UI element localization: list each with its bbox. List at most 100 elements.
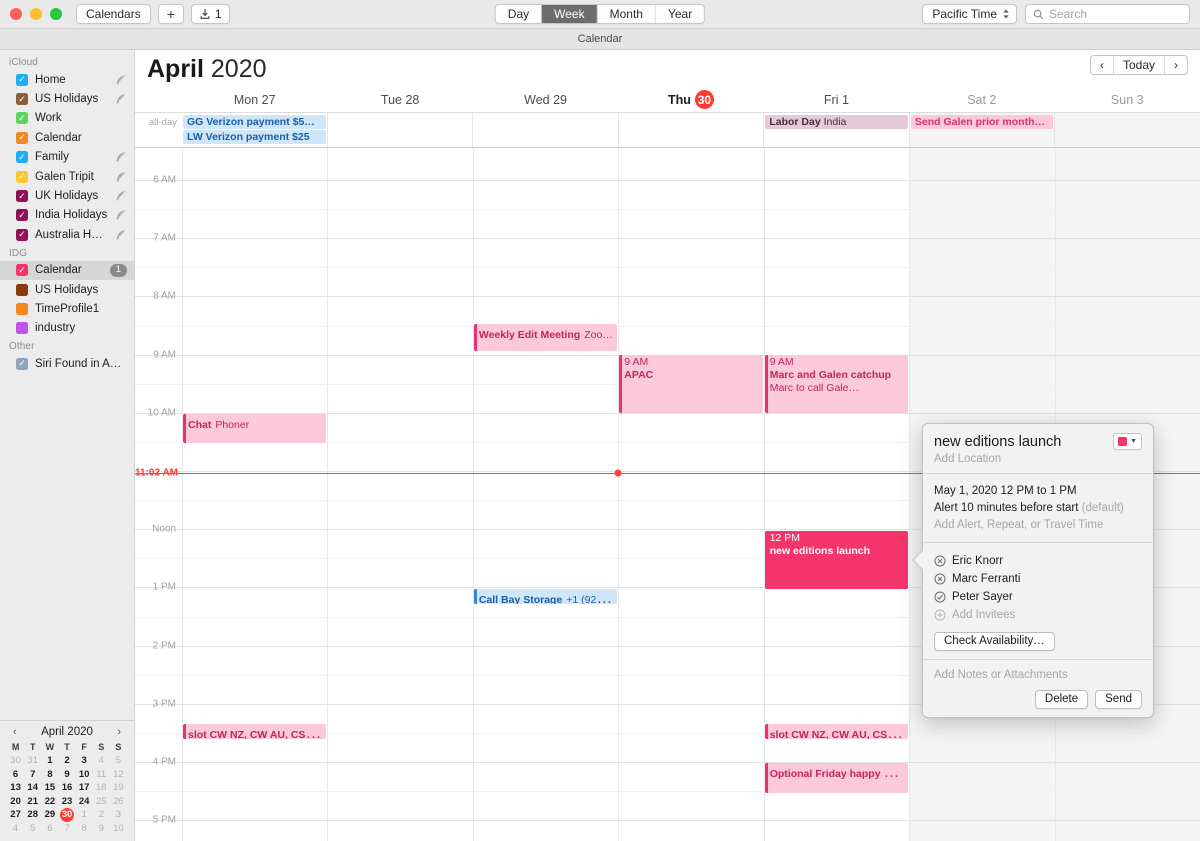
day-header-mon[interactable]: Mon 27	[182, 87, 327, 112]
day-header-sun[interactable]: Sun 3	[1055, 87, 1200, 112]
mini-calendar-day[interactable]: 17	[76, 781, 93, 795]
mini-calendar-day[interactable]: 2	[93, 808, 110, 822]
calendar-list[interactable]: iCloud ✓ Home ✓ US Holidays ✓ Work ✓ Calendar ✓ Fa…	[0, 50, 134, 720]
popover-alert-line[interactable]: Alert 10 minutes before start (default)	[934, 500, 1142, 517]
mini-calendar-day[interactable]: 22	[41, 795, 58, 809]
minimize-window-button[interactable]	[30, 8, 42, 20]
mini-calendar-day[interactable]: 10	[110, 822, 127, 836]
event-block[interactable]: Call Bay Storage +1 (925)…	[473, 589, 618, 604]
sidebar-item-work[interactable]: ✓ Work	[0, 109, 134, 128]
sidebar-item-uk-holidays[interactable]: ✓ UK Holidays	[0, 186, 134, 205]
maximize-window-button[interactable]	[50, 8, 62, 20]
mini-calendar-day[interactable]: 9	[93, 822, 110, 836]
sidebar-item-us-holidays[interactable]: ✓ US Holidays	[0, 89, 134, 108]
mini-calendar-day[interactable]: 13	[7, 781, 24, 795]
event-block-selected[interactable]: 12 PM new editions launch	[764, 531, 909, 589]
invitee-row[interactable]: Peter Sayer	[934, 588, 1142, 606]
invitee-row[interactable]: Marc Ferranti	[934, 570, 1142, 588]
all-day-cell[interactable]: Send Galen prior month…	[908, 113, 1055, 147]
mini-calendar-day[interactable]: 14	[24, 781, 41, 795]
view-tab-month[interactable]: Month	[597, 5, 656, 23]
timezone-selector[interactable]: Pacific Time	[922, 4, 1017, 24]
mini-calendar-day[interactable]: 4	[93, 754, 110, 768]
mini-calendar-day[interactable]: 11	[93, 768, 110, 782]
all-day-cell[interactable]: Labor Day India	[763, 113, 909, 147]
all-day-cell[interactable]	[617, 113, 764, 147]
share-button[interactable]: 1	[190, 4, 230, 24]
all-day-event[interactable]: Send Galen prior month…	[910, 115, 1054, 129]
all-day-cell[interactable]: GG Verizon payment $5… LW Verizon payment…	[182, 113, 327, 147]
calendar-checkbox[interactable]: ✓	[16, 131, 28, 144]
mini-calendar-day[interactable]: 3	[76, 754, 93, 768]
day-header-tue[interactable]: Tue 28	[327, 87, 472, 112]
mini-calendar-day[interactable]: 2	[58, 754, 75, 768]
event-block[interactable]: Chat Phoner	[183, 414, 327, 443]
mini-calendar-day[interactable]: 16	[58, 781, 75, 795]
date-navigation[interactable]: ‹ Today ›	[1089, 55, 1188, 75]
mini-calendar-prev-button[interactable]: ‹	[10, 726, 20, 738]
previous-week-button[interactable]: ‹	[1091, 56, 1114, 74]
mini-calendar-day[interactable]: 3	[110, 808, 127, 822]
calendar-checkbox[interactable]: ✓	[16, 112, 28, 125]
sidebar-item-industry[interactable]: industry	[0, 319, 134, 338]
mini-calendar-day[interactable]: 31	[24, 754, 41, 768]
invitee-list[interactable]: Eric Knorr Marc Ferranti Peter Sayer	[934, 552, 1142, 606]
mini-calendar-day[interactable]: 4	[7, 822, 24, 836]
view-tab-year[interactable]: Year	[655, 5, 705, 23]
mini-calendar-day[interactable]: 12	[110, 768, 127, 782]
day-header-fri[interactable]: Fri 1	[764, 87, 909, 112]
calendar-checkbox[interactable]: ✓	[16, 170, 28, 183]
all-day-event[interactable]: Labor Day India	[765, 115, 908, 129]
mini-calendar-day[interactable]: 30	[7, 754, 24, 768]
mini-calendar-day[interactable]: 7	[24, 768, 41, 782]
calendar-checkbox[interactable]: ✓	[16, 190, 28, 203]
today-button[interactable]: Today	[1114, 56, 1165, 74]
calendar-checkbox[interactable]: ✓	[16, 73, 28, 86]
mini-calendar-day[interactable]: 10	[76, 768, 93, 782]
sidebar-item-australia-ho[interactable]: ✓ Australia Ho…	[0, 225, 134, 244]
calendar-checkbox[interactable]: ✓	[16, 264, 28, 277]
send-button[interactable]: Send	[1095, 689, 1142, 709]
mini-calendar-today[interactable]: 30	[58, 807, 75, 822]
mini-calendar-day[interactable]: 8	[41, 768, 58, 782]
mini-calendar-day[interactable]: 5	[110, 754, 127, 768]
mini-calendar-day[interactable]: 19	[110, 781, 127, 795]
all-day-event[interactable]: LW Verizon payment $25	[183, 130, 326, 144]
mini-month-calendar[interactable]: ‹ April 2020 › M T W T F S S 30 31 1 2 3 4 5 6 7 8 9 10 11 1…	[0, 720, 134, 841]
day-header-sat[interactable]: Sat 2	[909, 87, 1054, 112]
sidebar-item-siri-found-in-apps[interactable]: ✓ Siri Found in Apps	[0, 354, 134, 373]
event-block[interactable]: Weekly Edit Meeting Zoo…	[473, 324, 618, 351]
next-week-button[interactable]: ›	[1165, 56, 1187, 74]
view-mode-segmented-control[interactable]: Day Week Month Year	[494, 4, 706, 24]
calendar-checkbox[interactable]: ✓	[16, 93, 28, 106]
calendar-color-selector[interactable]: ▼	[1113, 433, 1142, 450]
calendar-checkbox[interactable]: ✓	[16, 228, 28, 241]
mini-calendar-day[interactable]: 5	[24, 822, 41, 836]
popover-event-title[interactable]: new editions launch	[934, 433, 1107, 451]
check-availability-button[interactable]: Check Availability…	[934, 631, 1055, 651]
sidebar-item-timeprofile1[interactable]: TimeProfile1	[0, 299, 134, 318]
all-day-cell[interactable]	[472, 113, 618, 147]
all-day-event[interactable]: GG Verizon payment $5…	[183, 115, 326, 129]
sidebar-item-us-holidays[interactable]: US Holidays	[0, 280, 134, 299]
mini-calendar-day[interactable]: 18	[93, 781, 110, 795]
calendar-checkbox[interactable]: ✓	[16, 151, 28, 164]
sidebar-item-calendar[interactable]: ✓ Calendar 1	[0, 260, 134, 280]
mini-calendar-day[interactable]: 29	[41, 808, 58, 822]
view-tab-week[interactable]: Week	[542, 5, 598, 23]
add-event-button[interactable]: +	[157, 4, 184, 24]
mini-calendar-day[interactable]: 9	[58, 768, 75, 782]
calendar-checkbox[interactable]: ✓	[16, 357, 28, 370]
mini-calendar-day[interactable]: 7	[58, 822, 75, 836]
popover-date-line[interactable]: May 1, 2020 12 PM to 1 PM	[934, 483, 1142, 500]
sidebar-item-home[interactable]: ✓ Home	[0, 70, 134, 89]
calendar-checkbox[interactable]: ✓	[16, 209, 28, 222]
event-block[interactable]: slot CW NZ, CW AU, CSO…	[764, 724, 909, 739]
event-detail-popover[interactable]: new editions launch ▼ Add Location May 1…	[922, 423, 1154, 718]
day-header-wed[interactable]: Wed 29	[473, 87, 618, 112]
event-block[interactable]: 9 AM Marc and Galen catchup Marc to call G…	[764, 355, 909, 413]
day-header-thu[interactable]: Thu 30	[618, 87, 763, 112]
mini-calendar-day[interactable]: 21	[24, 795, 41, 809]
mini-calendar-day[interactable]: 15	[41, 781, 58, 795]
delete-button[interactable]: Delete	[1034, 689, 1089, 709]
